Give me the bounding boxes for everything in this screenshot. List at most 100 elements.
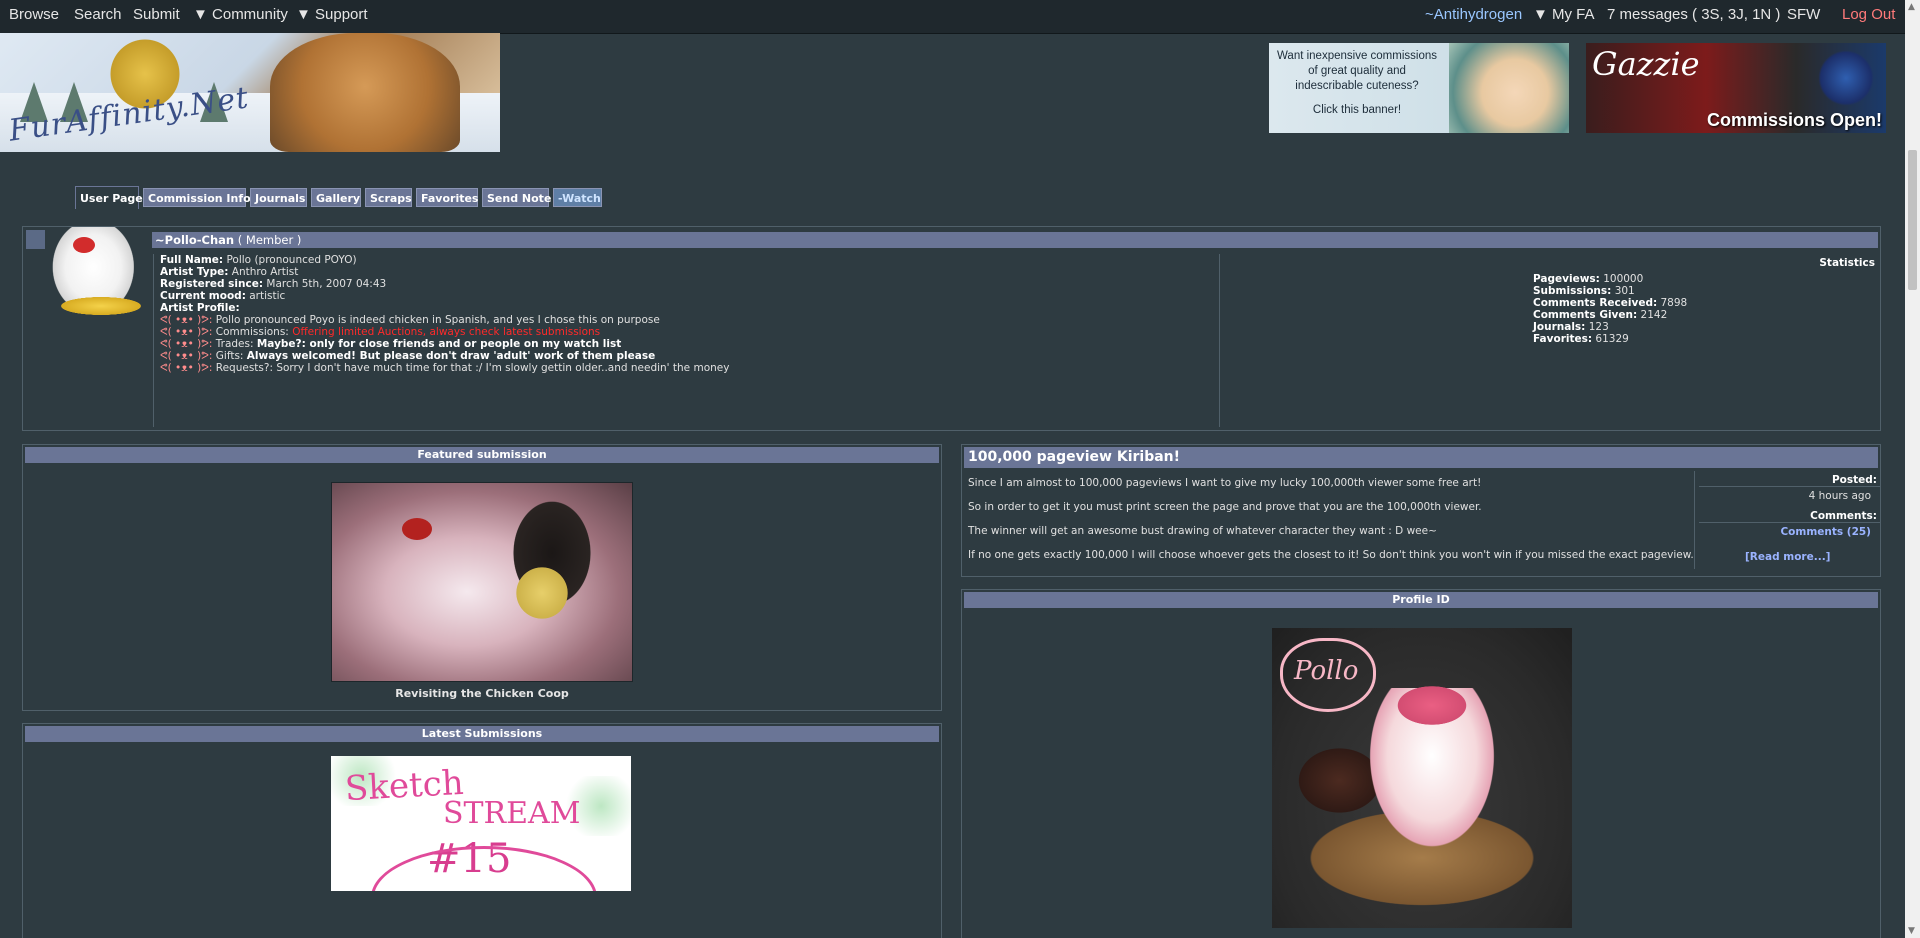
tab-watch[interactable]: -Watch [553,188,602,207]
profile-bullet: ᕙ( •ᴥ• )ᕗ: Requests?: Sorry I don't have… [160,362,1219,374]
profile-box: ~Pollo-Chan ( Member ) Full Name: Pollo … [22,226,1881,431]
messages-link[interactable]: 7 messages ( 3S, 3J, 1N ) [1607,6,1780,23]
journal-title[interactable]: 100,000 pageview Kiriban! [964,447,1878,468]
profile-member-type: ( Member ) [237,233,302,247]
profile-field: Full Name: Pollo (pronounced POYO) [160,254,1219,266]
ad-wolf-illustration [1811,48,1881,108]
field-label: Current mood: [160,290,246,302]
field-value: Anthro Artist [231,266,299,278]
profile-username[interactable]: ~Pollo-Chan [155,233,234,247]
avatar-chicks [61,297,141,315]
stat-label: Submissions: [1533,285,1612,297]
latest-submission-thumbnail[interactable]: Sketch STREAM #15 [331,756,631,891]
field-value: Pollo (pronounced POYO) [226,254,357,266]
comments-link[interactable]: Comments (25) [1695,526,1881,538]
stat-value: 7898 [1660,297,1688,309]
bullet-prefix: ᕙ( •ᴥ• )ᕗ: [160,362,213,374]
featured-submission-thumbnail[interactable] [331,482,633,682]
tab-user-page[interactable]: User Page [75,186,143,209]
scroll-down-arrow-icon[interactable]: ▼ [1908,926,1915,936]
bullet-text: Pollo pronounced Poyo is indeed chicken … [215,314,660,326]
my-fa-menu[interactable]: ▼ My FA [1533,6,1595,23]
ad-character-illustration [1449,43,1569,133]
tab-commission-info[interactable]: Commission Info [143,188,251,207]
thumb-text-stream: STREAM [443,796,581,831]
profile-bullet: ᕙ( •ᴥ• )ᕗ: Pollo pronounced Poyo is inde… [160,314,1219,326]
logout-link[interactable]: Log Out [1842,6,1895,23]
thumb-comb-shape [402,518,432,540]
profile-field: Artist Type: Anthro Artist [160,266,1219,278]
journal-paragraph: Since I am almost to 100,000 pageviews I… [968,477,1482,489]
read-more-link[interactable]: [Read more...] [1745,551,1830,563]
ad-banner-text: Want inexpensive commissions of great qu… [1273,49,1441,118]
ad-tagline: Commissions Open! [1706,110,1882,130]
bullet-highlight: Offering limited Auctions, always check … [292,326,601,338]
tab-journals[interactable]: Journals [250,188,307,207]
search-link[interactable]: Search [74,6,122,23]
username-link[interactable]: ~Antihydrogen [1425,6,1522,23]
stat-row: Submissions: 301 [1533,285,1875,297]
featured-submission-heading: Featured submission [25,447,939,463]
journal-sidebar: Posted: 4 hours ago Comments: Comments (… [1694,471,1881,569]
journal-paragraph: So in order to get it you must print scr… [968,501,1482,513]
site-logo-banner[interactable]: FurAffinity.Net [0,33,500,152]
gazzie-ad-banner[interactable]: Gazzie Commissions Open! [1586,43,1886,133]
top-navigation-bar: Browse Search Submit ▼ Community ▼ Suppo… [0,0,1905,34]
stat-label: Comments Received: [1533,297,1658,309]
stat-value: 61329 [1595,333,1629,345]
stat-label: Favorites: [1533,333,1593,345]
profile-bullet: ᕙ( •ᴥ• )ᕗ: Gifts: Always welcomed! But p… [160,350,1219,362]
ad-line: indescribable cuteness? [1295,80,1419,92]
avatar[interactable] [51,227,145,327]
featured-submission-title[interactable]: Revisiting the Chicken Coop [23,687,941,700]
bullet-text: Trades: [215,338,257,350]
ad-artist-name: Gazzie [1592,45,1700,83]
posted-value: 4 hours ago [1808,490,1871,502]
field-label: Registered since: [160,278,264,290]
tab-send-note[interactable]: Send Note [482,188,551,207]
vertical-scrollbar[interactable]: ▲ ▼ [1905,0,1920,938]
browse-link[interactable]: Browse [9,6,59,23]
community-menu[interactable]: ▼ Community [193,6,288,23]
bullet-text: Commissions: [215,326,293,338]
scroll-up-arrow-icon[interactable]: ▲ [1908,2,1915,12]
latest-submissions-box: Latest Submissions Sketch STREAM #15 [22,723,942,938]
support-menu[interactable]: ▼ Support [296,6,368,23]
tab-gallery[interactable]: Gallery [311,188,361,207]
profile-field: Artist Profile: [160,302,1219,314]
submit-link[interactable]: Submit [133,6,180,23]
journal-body: Since I am almost to 100,000 pageviews I… [968,477,1703,573]
latest-submissions-heading: Latest Submissions [25,726,939,742]
tab-favorites[interactable]: Favorites [416,188,478,207]
avatar-comb [73,237,95,253]
commission-ad-banner[interactable]: Want inexpensive commissions of great qu… [1269,43,1569,133]
bullet-text: Requests?: Sorry I don't have much time … [215,362,730,374]
stat-label: Journals: [1533,321,1586,333]
journal-paragraph: The winner will get an awesome bust draw… [968,525,1437,537]
bullet-highlight: Always welcomed! But please don't draw '… [246,350,656,362]
stat-row: Pageviews: 100000 [1533,273,1875,285]
ad-line: of great quality and [1308,65,1406,77]
bullet-prefix: ᕙ( •ᴥ• )ᕗ: [160,338,213,350]
profile-bullet: ᕙ( •ᴥ• )ᕗ: Commissions: Offering limited… [160,326,1219,338]
stat-value: 123 [1588,321,1609,333]
profile-id-heading: Profile ID [964,592,1878,608]
profile-bullet: ᕙ( •ᴥ• )ᕗ: Trades: Maybe?: only for clos… [160,338,1219,350]
tab-scraps[interactable]: Scraps [365,188,412,207]
posted-label: Posted: [1699,474,1881,487]
stat-row: Journals: 123 [1533,321,1875,333]
profile-id-image[interactable]: Pollo [1272,628,1572,928]
profile-info: Full Name: Pollo (pronounced POYO) Artis… [153,254,1220,427]
journal-paragraph: If no one gets exactly 100,000 I will ch… [968,549,1694,561]
ad-click-text: Click this banner! [1312,104,1402,116]
profile-header: ~Pollo-Chan ( Member ) [152,232,1878,248]
scrollbar-thumb[interactable] [1908,150,1917,290]
profile-field: Current mood: artistic [160,290,1219,302]
field-value: artistic [249,290,286,302]
sfw-toggle[interactable]: SFW [1787,6,1820,23]
stat-value: 2142 [1640,309,1668,321]
profile-id-heart-text: Pollo [1294,656,1359,686]
stat-value: 100000 [1603,273,1644,285]
profile-corner-marker [26,230,45,249]
thumb-legs-shape [512,563,572,623]
